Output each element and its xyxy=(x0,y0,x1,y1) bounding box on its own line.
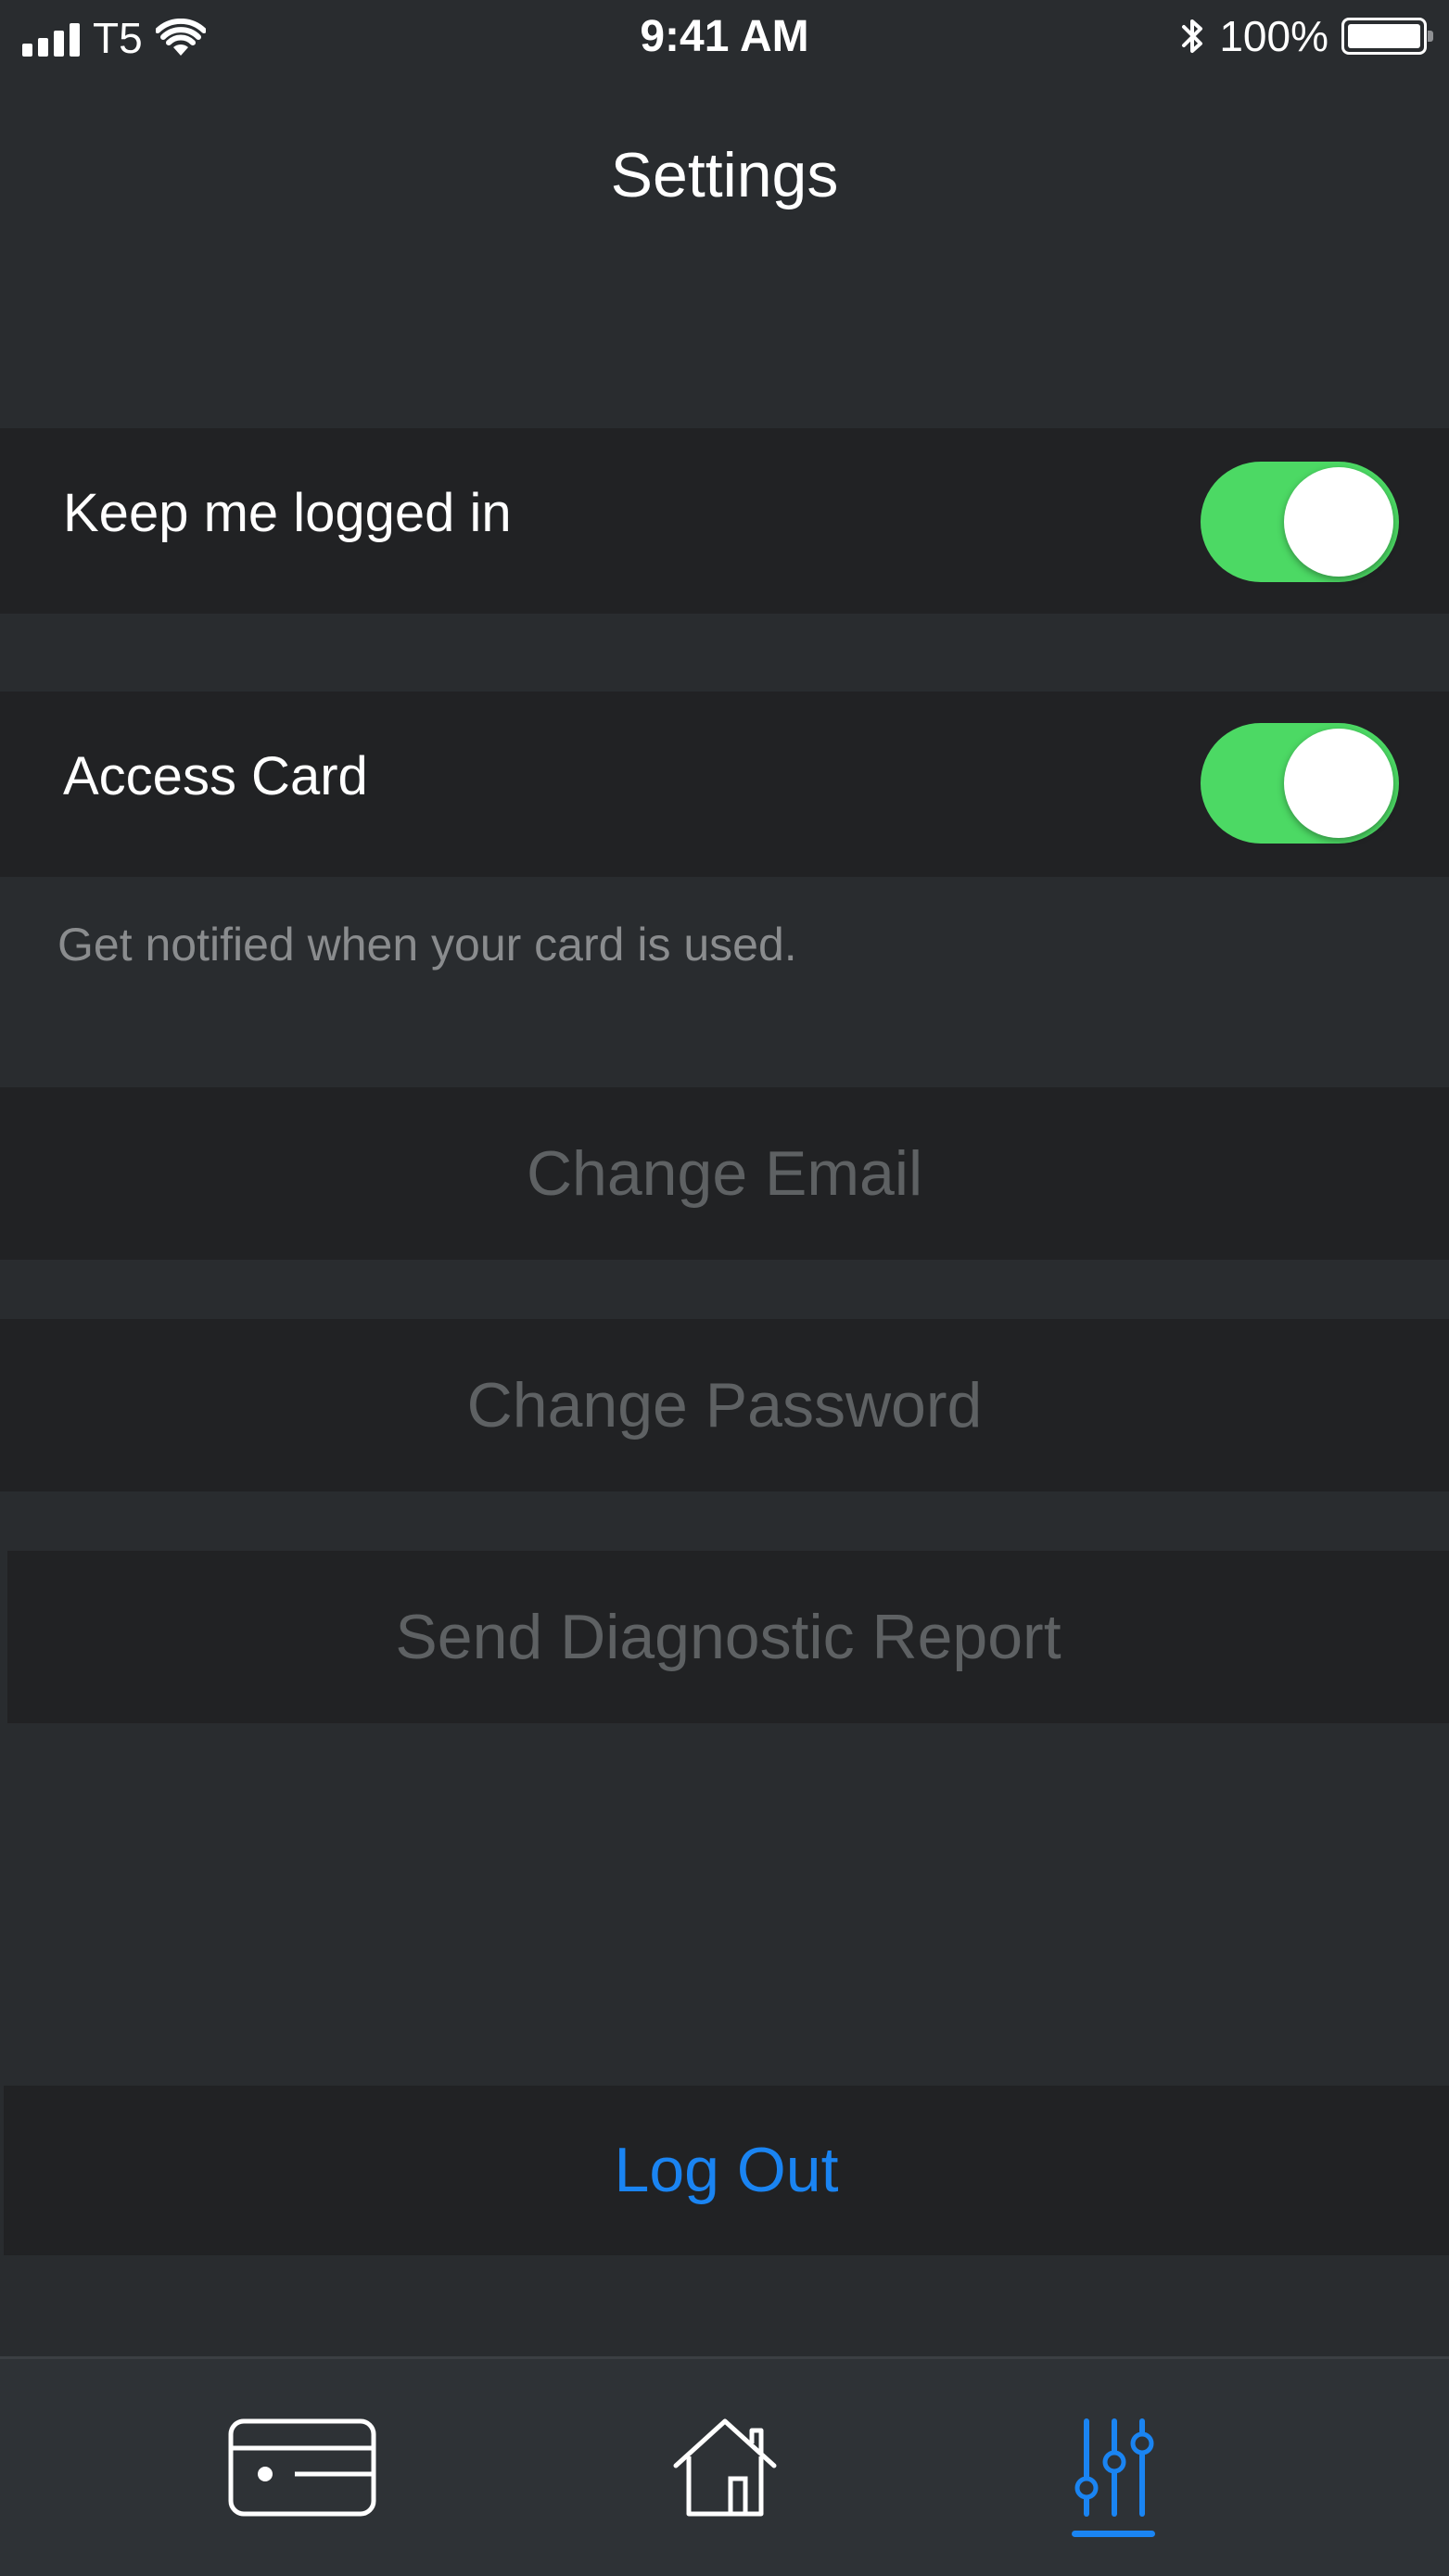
tab-bar xyxy=(0,2356,1449,2576)
tab-home[interactable] xyxy=(586,2359,864,2576)
keep-logged-in-row: Keep me logged in xyxy=(0,428,1449,614)
access-card-toggle[interactable] xyxy=(1201,723,1399,844)
card-icon xyxy=(228,2418,376,2517)
tab-card[interactable] xyxy=(163,2359,441,2576)
settings-screen: T5 9:41 AM 100% Settings Keep me logged … xyxy=(0,0,1449,2576)
log-out-button[interactable]: Log Out xyxy=(4,2086,1449,2255)
change-email-button[interactable]: Change Email xyxy=(0,1087,1449,1260)
access-card-footnote: Get notified when your card is used. xyxy=(57,919,797,971)
status-bar: T5 9:41 AM 100% xyxy=(0,0,1449,80)
page-title: Settings xyxy=(610,140,839,210)
battery-percent: 100% xyxy=(1219,12,1328,60)
selected-tab-indicator xyxy=(1072,2531,1155,2537)
change-password-button[interactable]: Change Password xyxy=(0,1319,1449,1491)
bluetooth-icon xyxy=(1182,19,1203,53)
access-card-row: Access Card xyxy=(0,692,1449,877)
battery-icon xyxy=(1341,18,1433,55)
home-icon xyxy=(673,2418,777,2517)
tab-settings[interactable] xyxy=(975,2359,1253,2576)
status-right: 100% xyxy=(1180,11,1433,61)
access-card-label: Access Card xyxy=(63,746,368,806)
keep-logged-in-toggle[interactable] xyxy=(1201,462,1399,582)
sliders-icon xyxy=(1074,2418,1154,2517)
send-diagnostic-report-button[interactable]: Send Diagnostic Report xyxy=(7,1551,1449,1723)
toggle-knob xyxy=(1284,729,1393,838)
toggle-knob xyxy=(1284,467,1393,577)
keep-logged-in-label: Keep me logged in xyxy=(63,483,512,543)
